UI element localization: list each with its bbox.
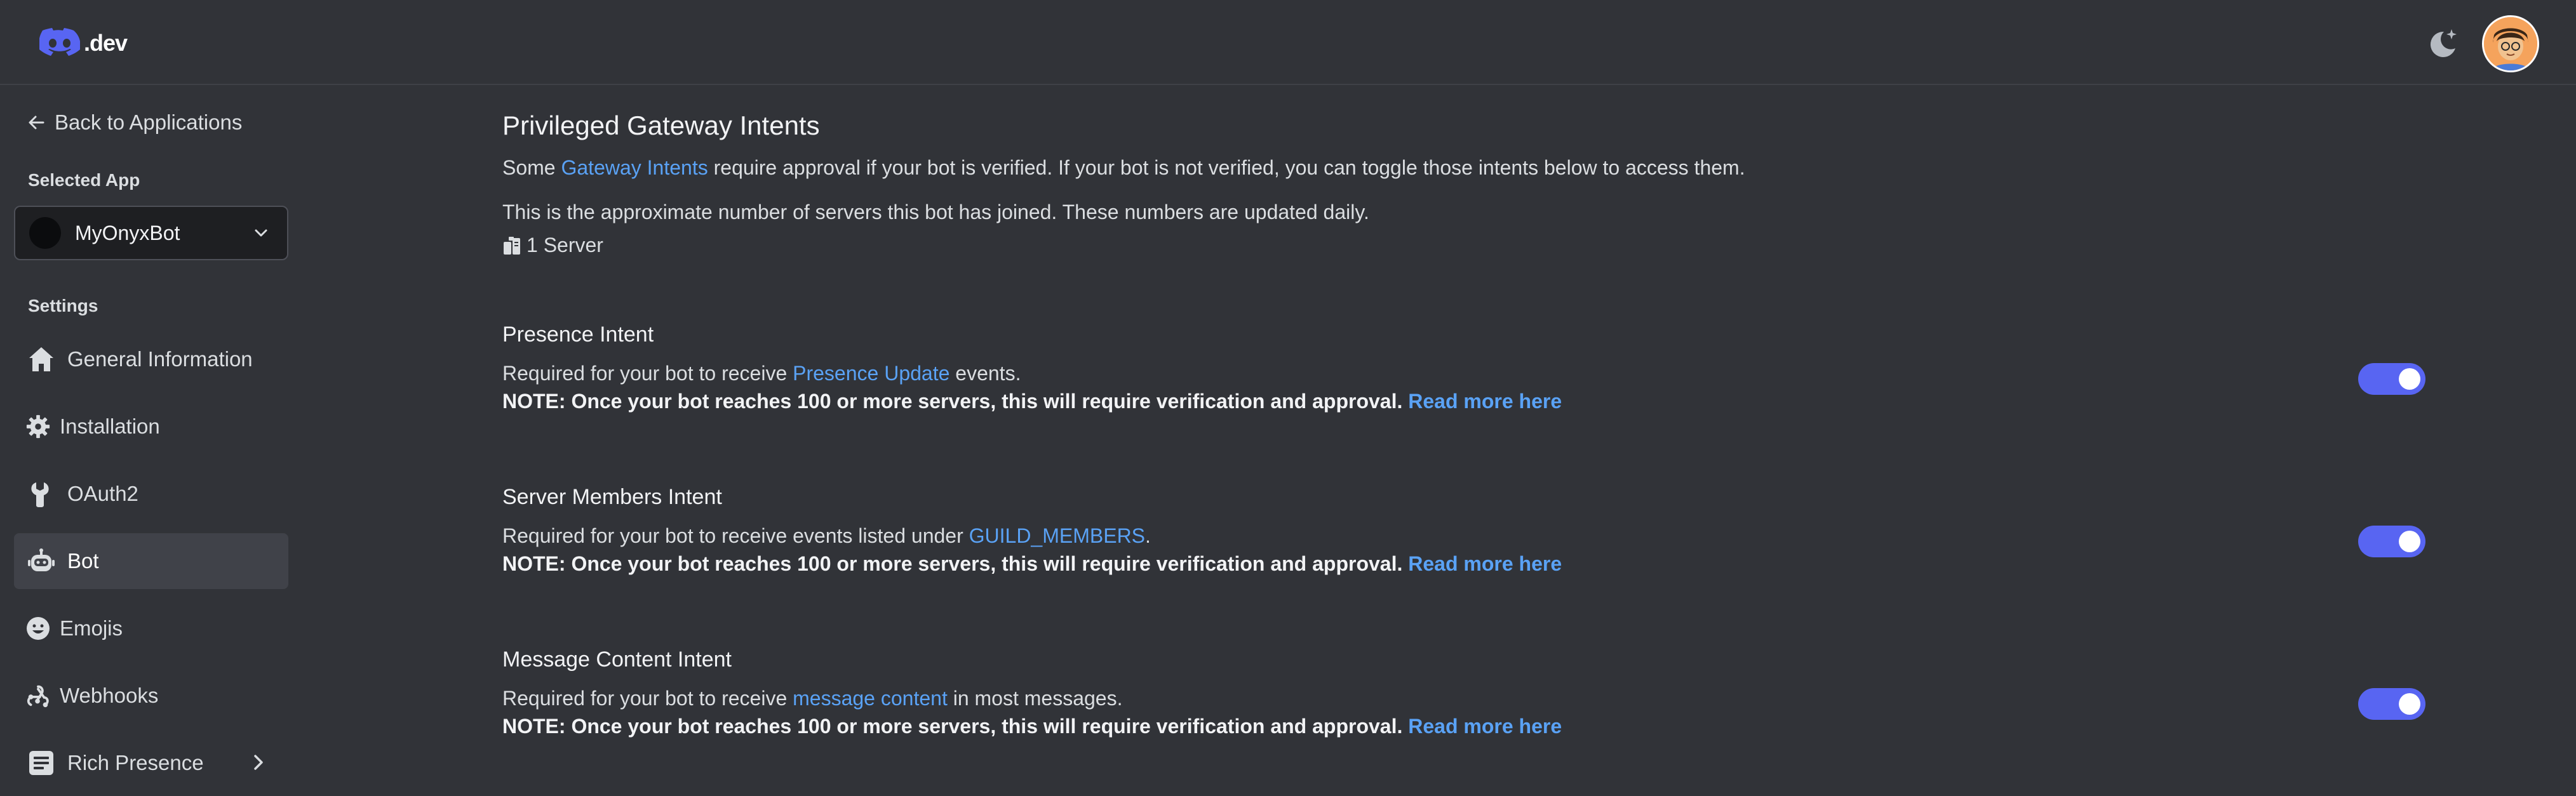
- desc-after: .: [1145, 524, 1151, 547]
- sidebar-item-label: General Information: [67, 347, 253, 371]
- gear-icon: [25, 411, 51, 442]
- sidebar-item-installation[interactable]: Installation: [14, 399, 288, 454]
- smiley-icon: [25, 613, 51, 644]
- sidebar-item-general-information[interactable]: General Information: [14, 331, 288, 387]
- theme-toggle-moon-icon[interactable]: [2425, 25, 2460, 61]
- message-content-link[interactable]: message content: [793, 687, 948, 710]
- rich-presence-icon: [25, 747, 57, 779]
- desc-before: Required for your bot to receive: [502, 687, 793, 710]
- selected-app-name: MyOnyxBot: [75, 221, 180, 244]
- presence-intent-toggle[interactable]: [2358, 363, 2425, 395]
- sidebar-item-emojis[interactable]: Emojis: [14, 600, 288, 656]
- message-content-intent-description: Required for your bot to receive message…: [502, 687, 1122, 710]
- wrench-icon: [25, 478, 57, 510]
- sidebar-item-label: Rich Presence: [67, 751, 204, 774]
- server-icon: [504, 236, 520, 255]
- sidebar-item-label: OAuth2: [67, 482, 138, 505]
- desc-after: in most messages.: [947, 687, 1123, 710]
- presence-update-link[interactable]: Presence Update: [793, 362, 949, 385]
- discord-dev-logo[interactable]: .dev: [39, 28, 128, 58]
- server-members-intent-title: Server Members Intent: [502, 485, 722, 509]
- chevron-right-icon[interactable]: [248, 752, 269, 773]
- toggle-knob: [2399, 531, 2420, 552]
- sidebar-item-label: Bot: [67, 549, 99, 573]
- server-members-intent-toggle[interactable]: [2358, 526, 2425, 557]
- message-content-intent-note: NOTE: Once your bot reaches 100 or more …: [502, 715, 1562, 738]
- presence-intent-title: Presence Intent: [502, 322, 654, 347]
- gateway-intents-link[interactable]: Gateway Intents: [561, 156, 708, 179]
- read-more-link[interactable]: Read more here: [1408, 390, 1562, 413]
- desc-after: events.: [949, 362, 1021, 385]
- user-avatar[interactable]: [2482, 15, 2539, 72]
- page-title: Privileged Gateway Intents: [502, 110, 820, 140]
- intro-text: Some Gateway Intents require approval if…: [502, 156, 1745, 180]
- back-label: Back to Applications: [55, 110, 243, 134]
- bot-icon: [25, 545, 57, 577]
- server-members-intent-note: NOTE: Once your bot reaches 100 or more …: [502, 552, 1562, 576]
- toggle-knob: [2399, 368, 2420, 390]
- desc-before: Required for your bot to receive events …: [502, 524, 969, 547]
- read-more-link[interactable]: Read more here: [1408, 552, 1562, 575]
- toggle-knob: [2399, 693, 2420, 715]
- sidebar-item-label: Installation: [60, 415, 160, 438]
- settings-heading: Settings: [28, 296, 98, 315]
- sidebar-item-label: Emojis: [60, 616, 123, 640]
- top-bar: .dev: [0, 0, 2576, 85]
- guild-members-link[interactable]: GUILD_MEMBERS: [969, 524, 1145, 547]
- selected-app-heading: Selected App: [28, 170, 140, 190]
- note-text: NOTE: Once your bot reaches 100 or more …: [502, 552, 1403, 575]
- message-content-intent-toggle[interactable]: [2358, 688, 2425, 720]
- home-icon: [25, 343, 57, 375]
- intro-after: require approval if your bot is verified…: [708, 156, 1745, 179]
- webhook-icon: [25, 680, 51, 712]
- intro-before: Some: [502, 156, 561, 179]
- arrow-left-icon: [29, 116, 44, 129]
- sidebar-item-bot[interactable]: Bot: [14, 533, 288, 589]
- presence-intent-description: Required for your bot to receive Presenc…: [502, 362, 1021, 385]
- logo-text: .dev: [84, 30, 128, 56]
- sidebar-item-webhooks[interactable]: Webhooks: [14, 668, 288, 724]
- sidebar-item-label: Webhooks: [60, 684, 159, 707]
- back-to-applications-link[interactable]: Back to Applications: [27, 110, 242, 135]
- note-text: NOTE: Once your bot reaches 100 or more …: [502, 715, 1403, 738]
- desc-before: Required for your bot to receive: [502, 362, 793, 385]
- main-content: Privileged Gateway Intents Some Gateway …: [502, 85, 2509, 796]
- message-content-intent-title: Message Content Intent: [502, 647, 732, 672]
- read-more-link[interactable]: Read more here: [1408, 715, 1562, 738]
- server-count-text: 1 Server: [527, 234, 603, 256]
- sidebar-item-rich-presence[interactable]: Rich Presence: [14, 735, 288, 791]
- servers-description: This is the approximate number of server…: [502, 201, 1369, 223]
- chevron-down-icon: [255, 229, 267, 237]
- presence-intent-note: NOTE: Once your bot reaches 100 or more …: [502, 390, 1562, 413]
- server-count: 1 Server: [502, 234, 603, 257]
- server-members-intent-description: Required for your bot to receive events …: [502, 524, 1151, 548]
- sidebar-item-oauth2[interactable]: OAuth2: [14, 466, 288, 522]
- discord-logo-icon: [39, 28, 80, 56]
- app-avatar: [29, 217, 61, 249]
- sidebar: Back to Applications Selected App MyOnyx…: [0, 85, 299, 796]
- app-selector-dropdown[interactable]: MyOnyxBot: [14, 206, 288, 260]
- note-text: NOTE: Once your bot reaches 100 or more …: [502, 390, 1403, 413]
